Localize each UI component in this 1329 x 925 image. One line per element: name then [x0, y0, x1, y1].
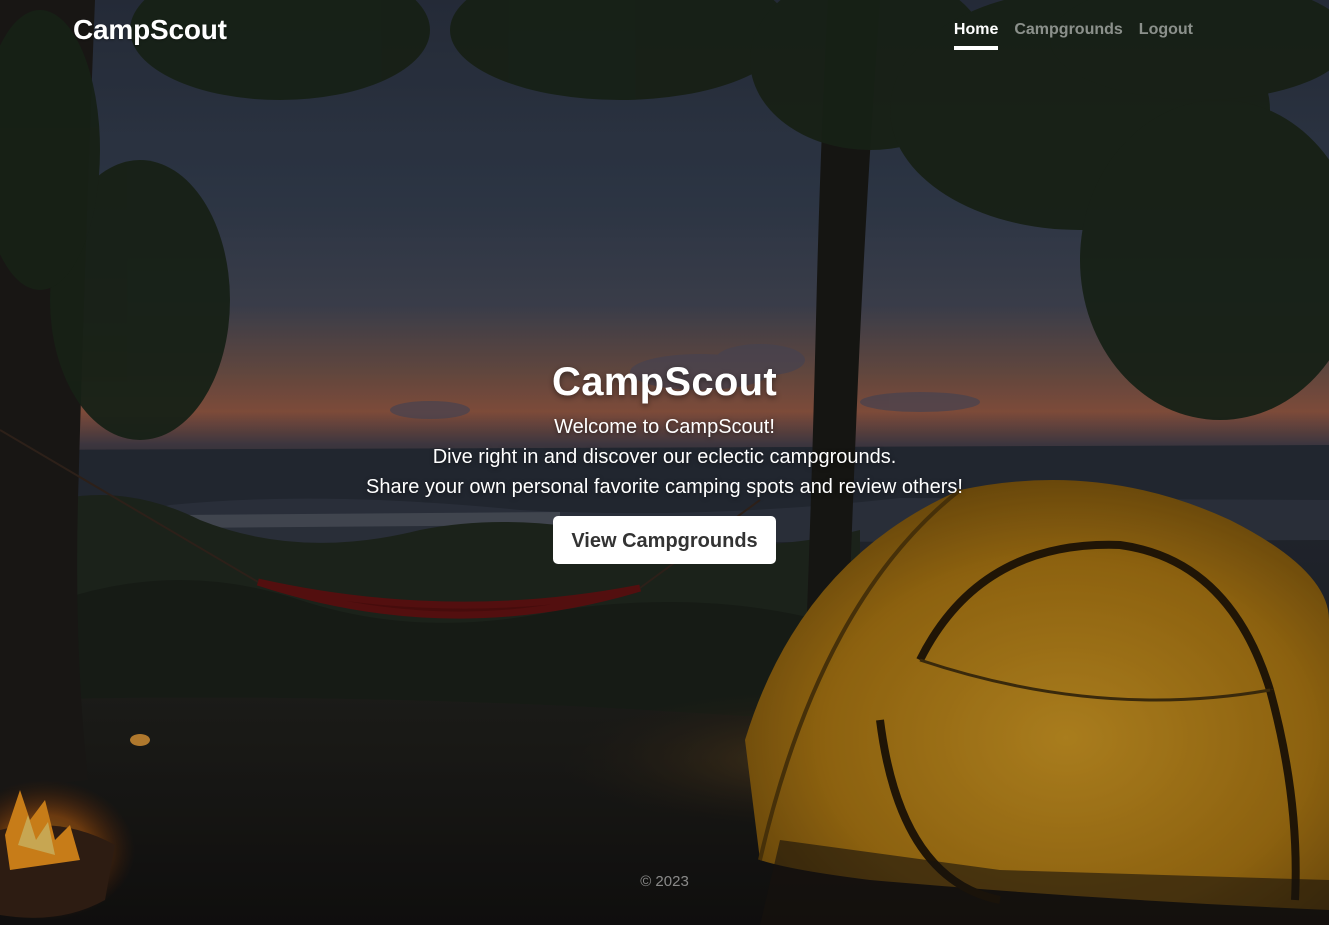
copyright-text: © 2023	[640, 873, 689, 890]
site-footer: © 2023	[0, 873, 1329, 890]
discover-text: Dive right in and discover our eclectic …	[432, 446, 897, 468]
welcome-text: Welcome to CampScout!	[554, 416, 775, 438]
nav-link-campgrounds[interactable]: Campgrounds	[1014, 20, 1122, 50]
hero-content: CampScout Welcome to CampScout! Dive rig…	[0, 356, 1329, 564]
site-header: CampScout Home Campgrounds Logout	[0, 0, 1329, 64]
share-text: Share your own personal favorite camping…	[366, 476, 963, 498]
view-campgrounds-button[interactable]: View Campgrounds	[553, 516, 776, 564]
nav-link-logout[interactable]: Logout	[1139, 20, 1193, 50]
main-nav: Home Campgrounds Logout	[953, 20, 1193, 50]
nav-link-home[interactable]: Home	[953, 20, 999, 50]
hero-title: CampScout	[552, 360, 777, 404]
brand-logo[interactable]: CampScout	[73, 14, 227, 46]
